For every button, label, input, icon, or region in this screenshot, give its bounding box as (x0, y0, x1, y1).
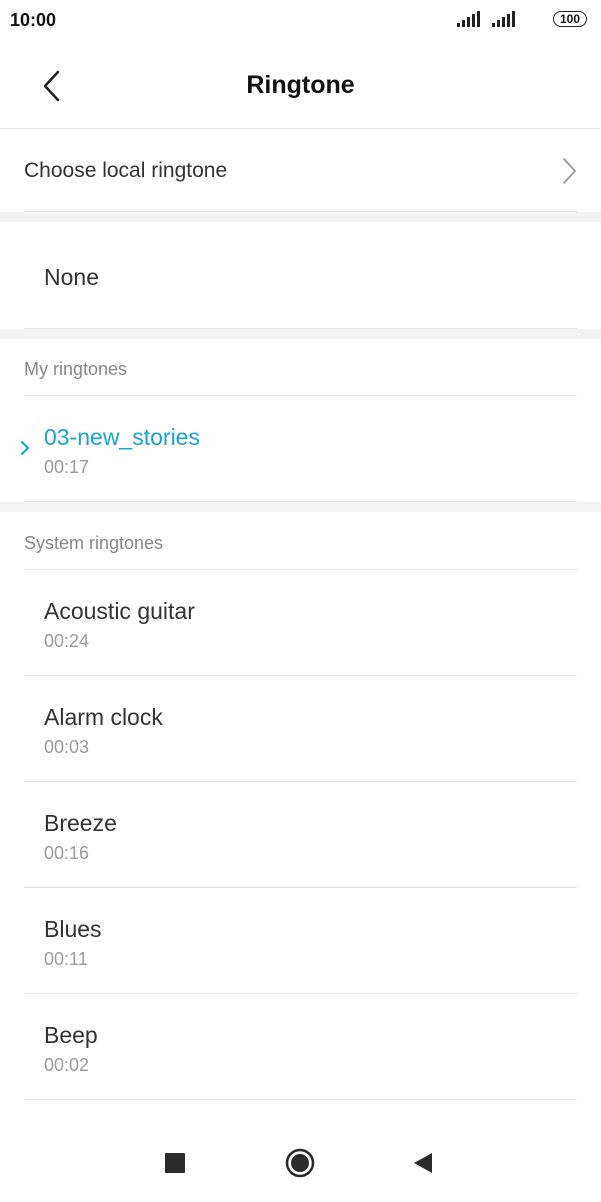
ringtone-name: Breeze (44, 810, 117, 836)
ringtone-name: Beep (44, 1022, 98, 1048)
ringtone-item[interactable]: Blues 00:11 (0, 888, 601, 994)
ringtone-item[interactable]: Breeze 00:16 (0, 782, 601, 888)
chevron-right-icon (563, 158, 576, 184)
signal-icon (492, 11, 515, 27)
divider (24, 1099, 577, 1100)
section-gap (0, 212, 601, 222)
status-bar: 10:00 100 (0, 0, 601, 42)
section-gap (0, 502, 601, 512)
back-triangle-icon (414, 1153, 432, 1173)
ringtone-duration: 00:11 (44, 949, 88, 969)
ringtone-duration: 00:16 (44, 843, 90, 863)
home-button[interactable] (285, 1148, 315, 1178)
ringtone-name: Alarm clock (44, 704, 163, 730)
page-title: Ringtone (246, 71, 355, 99)
status-icons: 100 (457, 11, 587, 27)
ringtone-duration: 00:17 (44, 457, 90, 477)
title-bar: Ringtone (0, 42, 601, 129)
navigation-bar (0, 1122, 601, 1202)
battery-icon: 100 (553, 11, 587, 27)
home-circle-icon (285, 1148, 315, 1178)
back-nav-button[interactable] (408, 1148, 438, 1178)
section-header-system-ringtones: System ringtones (24, 533, 164, 553)
choose-local-ringtone-label: Choose local ringtone (24, 159, 228, 182)
ringtone-item[interactable]: Acoustic guitar 00:24 (0, 570, 601, 676)
ringtone-duration: 00:24 (44, 631, 90, 651)
selected-chevron-icon (20, 440, 30, 456)
ringtone-none-row[interactable]: None (0, 222, 601, 329)
section-gap (0, 329, 601, 339)
ringtone-name: Acoustic guitar (44, 598, 195, 624)
ringtone-duration: 00:03 (44, 737, 90, 757)
recents-square-icon (165, 1153, 185, 1173)
ringtone-item[interactable]: Alarm clock 00:03 (0, 676, 601, 782)
status-time: 10:00 (10, 10, 57, 30)
my-ringtones-section: My ringtones (0, 339, 601, 396)
ringtone-name: 03-new_stories (44, 424, 200, 450)
section-header-my-ringtones: My ringtones (24, 359, 128, 379)
ringtone-name: Blues (44, 916, 102, 942)
ringtone-item-selected[interactable]: 03-new_stories 00:17 (0, 396, 601, 502)
system-ringtones-section: System ringtones (0, 512, 601, 570)
ringtone-item[interactable]: Beep 00:02 (0, 994, 601, 1100)
recents-button[interactable] (160, 1148, 190, 1178)
choose-local-ringtone-row[interactable]: Choose local ringtone (0, 129, 601, 212)
signal-icon (457, 11, 480, 27)
ringtone-duration: 00:02 (44, 1055, 90, 1075)
ringtone-none-label: None (44, 264, 99, 290)
